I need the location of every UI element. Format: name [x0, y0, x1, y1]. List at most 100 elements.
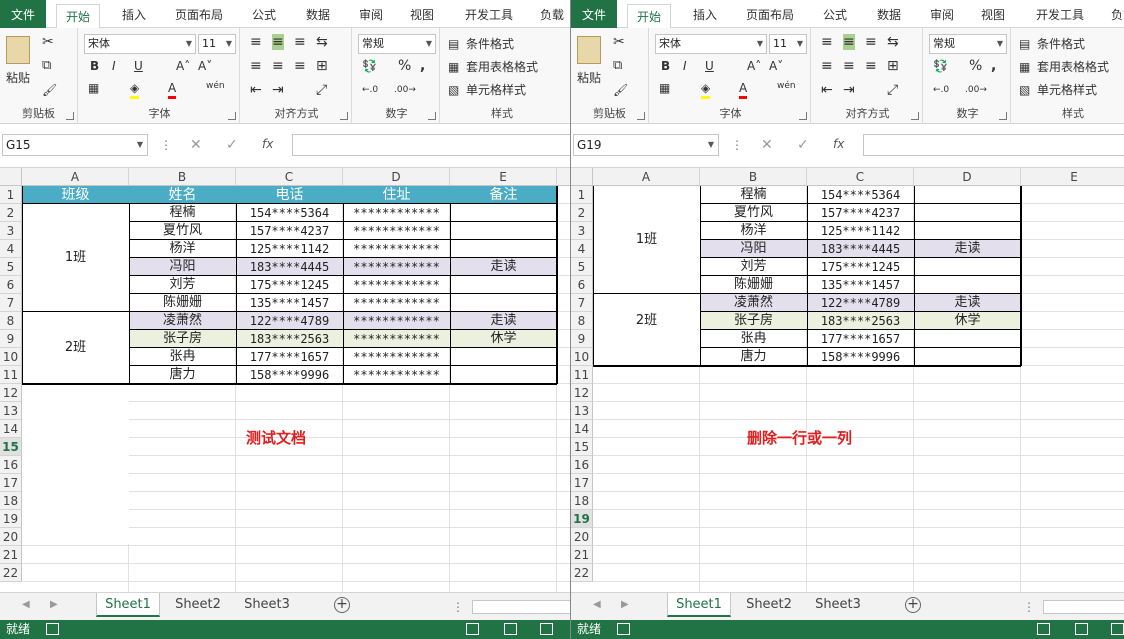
borders-icon[interactable]: ▦ [659, 80, 670, 96]
conditional-format-icon[interactable]: ▤ [448, 36, 459, 52]
insert-function-icon[interactable]: fx [833, 136, 844, 152]
font-name-combo[interactable]: 宋体 ▼ [655, 34, 767, 54]
class-cell[interactable]: 1班 [22, 249, 129, 267]
phone-cell[interactable]: 135****1457 [807, 276, 914, 294]
horizontal-scrollbar[interactable] [472, 600, 570, 614]
fill-color-icon[interactable]: ◈ [130, 80, 140, 99]
phone-cell[interactable]: 125****1142 [807, 222, 914, 240]
worksheet-grid[interactable]: A B C D E 1 2 3 4 5 6 7 8 9 10 11 12 13 14 15 16 17 18 19 20 21 22… [571, 168, 1124, 592]
name-cell[interactable]: 杨洋 [700, 222, 807, 240]
row-header[interactable]: 15 [571, 438, 593, 456]
note-cell[interactable] [914, 204, 1021, 222]
paste-label[interactable]: 粘贴 [577, 70, 601, 86]
conditional-format-button[interactable]: 条件格式 [1037, 36, 1085, 52]
tab-2[interactable]: 插入 [122, 6, 146, 23]
row-header[interactable]: 13 [0, 402, 22, 420]
phone-cell[interactable]: 175****1245 [807, 258, 914, 276]
name-cell[interactable]: 张冉 [700, 330, 807, 348]
column-header-E[interactable]: E [1021, 168, 1124, 186]
copy-icon[interactable]: ⧉ [42, 58, 51, 74]
table-header-cell[interactable]: 姓名 [129, 186, 236, 204]
row-header[interactable]: 6 [571, 276, 593, 294]
cut-icon[interactable]: ✂ [42, 34, 54, 50]
phone-cell[interactable]: 183****4445 [236, 258, 343, 276]
phone-cell[interactable]: 154****5364 [807, 186, 914, 204]
row-header[interactable]: 20 [571, 528, 593, 546]
underline-button[interactable]: U [134, 58, 143, 74]
row-header[interactable]: 5 [571, 258, 593, 276]
cell-styles-icon[interactable]: ▧ [1019, 82, 1030, 98]
select-all-corner[interactable] [0, 168, 22, 186]
column-header-E[interactable]: E [450, 168, 557, 186]
row-header[interactable]: 17 [571, 474, 593, 492]
name-cell[interactable]: 张子房 [700, 312, 807, 330]
phonetic-icon[interactable]: wén [777, 78, 796, 94]
row-header[interactable]: 1 [0, 186, 22, 204]
phone-cell[interactable]: 183****2563 [807, 312, 914, 330]
tab-9[interactable]: 负载 [1111, 6, 1124, 23]
table-header-cell[interactable]: 班级 [22, 186, 129, 204]
address-cell[interactable]: ************ [343, 294, 450, 312]
number-launcher-icon[interactable] [428, 112, 436, 120]
row-header[interactable]: 16 [0, 456, 22, 474]
column-header-A[interactable]: A [22, 168, 129, 186]
row-header[interactable]: 16 [571, 456, 593, 474]
name-cell[interactable]: 凌萧然 [129, 312, 236, 330]
tab-3[interactable]: 页面布局 [746, 6, 794, 23]
add-sheet-icon[interactable]: + [905, 597, 921, 613]
tab-1[interactable]: 开始 [56, 4, 101, 29]
tab-8[interactable]: 开发工具 [1036, 6, 1084, 23]
name-cell[interactable]: 冯阳 [700, 240, 807, 258]
decrease-decimal-icon[interactable]: .00→ [394, 82, 416, 98]
row-header[interactable]: 19 [571, 510, 593, 528]
name-cell[interactable]: 冯阳 [129, 258, 236, 276]
increase-indent-icon[interactable]: ⇥ [272, 82, 284, 98]
note-cell[interactable] [450, 204, 557, 222]
row-header[interactable]: 10 [571, 348, 593, 366]
tab-5[interactable]: 数据 [306, 6, 330, 23]
row-header[interactable]: 1 [571, 186, 593, 204]
row-header[interactable]: 18 [571, 492, 593, 510]
name-cell[interactable]: 唐力 [700, 348, 807, 366]
macro-record-icon[interactable] [46, 623, 59, 635]
row-header[interactable]: 11 [0, 366, 22, 384]
merge-center-icon[interactable]: ⊞ [887, 58, 899, 74]
row-header[interactable]: 13 [571, 402, 593, 420]
note-cell[interactable] [914, 330, 1021, 348]
font-launcher-icon[interactable] [799, 112, 807, 120]
phone-cell[interactable]: 135****1457 [236, 294, 343, 312]
address-cell[interactable]: ************ [343, 222, 450, 240]
column-header-B[interactable]: B [700, 168, 807, 186]
phone-cell[interactable]: 158****9996 [236, 366, 343, 384]
merge-center-icon[interactable]: ⊞ [316, 58, 328, 74]
clipboard-launcher-icon[interactable] [66, 112, 74, 120]
column-header-B[interactable]: B [129, 168, 236, 186]
row-header[interactable]: 9 [0, 330, 22, 348]
note-cell[interactable] [450, 348, 557, 366]
percent-button[interactable]: % [398, 58, 411, 74]
row-header[interactable]: 12 [0, 384, 22, 402]
number-format-combo[interactable]: 常规 ▼ [929, 34, 1007, 54]
orientation-icon[interactable]: ⤢ [887, 82, 898, 98]
row-header[interactable]: 14 [571, 420, 593, 438]
column-header-D[interactable]: D [914, 168, 1021, 186]
address-cell[interactable]: ************ [343, 240, 450, 258]
row-header[interactable]: 4 [571, 240, 593, 258]
table-header-cell[interactable]: 备注 [450, 186, 557, 204]
right-align-icon[interactable]: ≡ [865, 58, 877, 74]
tab-3[interactable]: 页面布局 [175, 6, 223, 23]
row-header[interactable]: 8 [571, 312, 593, 330]
tab-8[interactable]: 开发工具 [465, 6, 513, 23]
normal-view-icon[interactable] [466, 623, 479, 635]
tab-1[interactable]: 开始 [627, 4, 672, 29]
row-header[interactable]: 22 [571, 564, 593, 582]
tab-file[interactable]: 文件 [571, 0, 617, 28]
name-cell[interactable]: 凌萧然 [700, 294, 807, 312]
conditional-format-icon[interactable]: ▤ [1019, 36, 1030, 52]
tab-4[interactable]: 公式 [823, 6, 847, 23]
macro-record-icon[interactable] [617, 623, 630, 635]
grow-font-icon[interactable]: A˄ [747, 58, 761, 74]
class-cell[interactable]: 2班 [593, 312, 700, 330]
font-color-icon[interactable]: A [739, 80, 748, 99]
cut-icon[interactable]: ✂ [613, 34, 625, 50]
